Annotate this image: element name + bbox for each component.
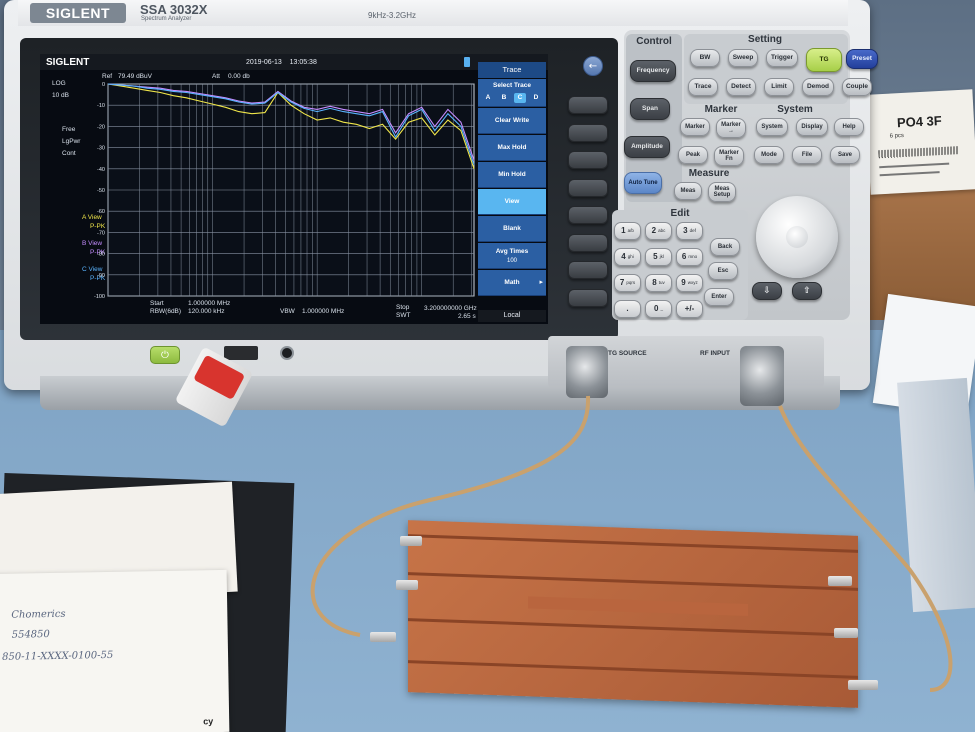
copper-pcb <box>408 520 858 708</box>
sma-connector-2 <box>396 580 418 590</box>
sma-connector-5 <box>834 628 858 638</box>
sma-connector-6 <box>848 680 878 690</box>
sma-connector-3 <box>370 632 396 642</box>
sma-connector-1 <box>400 536 422 546</box>
sma-connector-4 <box>828 576 852 586</box>
